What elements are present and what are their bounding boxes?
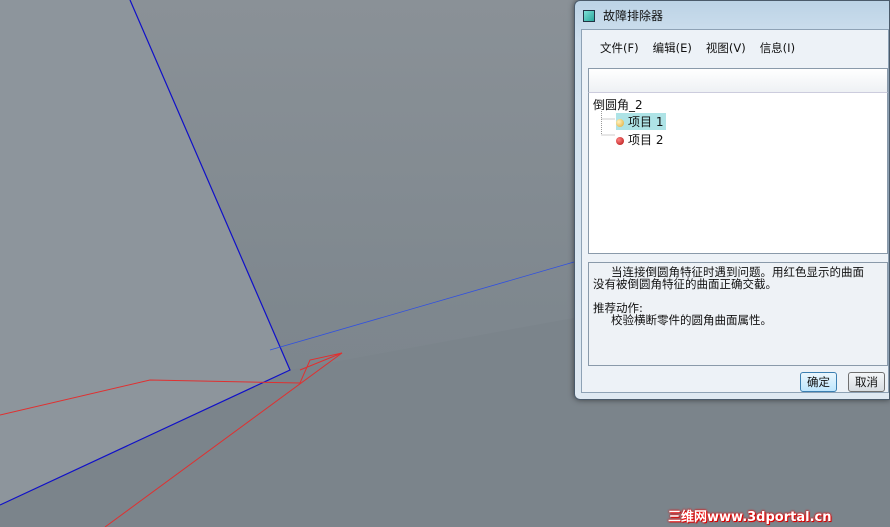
menu-info[interactable]: 信息(I): [760, 40, 795, 56]
menu-edit[interactable]: 编辑(E): [653, 40, 692, 56]
title-bar[interactable]: 故障排除器: [583, 7, 663, 24]
action-text: 校验横断零件的圆角曲面属性。: [611, 313, 772, 327]
app-icon: [583, 9, 595, 22]
warning-dot-icon: [616, 118, 624, 127]
cancel-button[interactable]: 取消: [848, 372, 885, 392]
menu-view[interactable]: 视图(V): [706, 40, 746, 56]
dialog-body: 文件(F) 编辑(E) 视图(V) 信息(I) 倒圆角_2 项目 1 项目 2 …: [581, 29, 889, 393]
dialog-title: 故障排除器: [603, 9, 664, 23]
ok-button[interactable]: 确定: [800, 372, 837, 392]
toolbar: [588, 68, 888, 92]
tree-item-1[interactable]: 项目 1: [616, 113, 667, 130]
message-line-2: 没有被倒圆角特征的曲面正确交截。: [593, 277, 777, 291]
troubleshooter-dialog: 故障排除器 文件(F) 编辑(E) 视图(V) 信息(I) 倒圆角_2 项目 1…: [574, 0, 890, 400]
message-panel: 当连接倒圆角特征时遇到问题。用红色显示的曲面 没有被倒圆角特征的曲面正确交截。 …: [588, 262, 888, 366]
tree-lines: [601, 109, 615, 136]
menu-bar: 文件(F) 编辑(E) 视图(V) 信息(I): [600, 40, 795, 56]
tree-item-2[interactable]: 项目 2: [616, 131, 663, 148]
error-dot-icon: [616, 136, 624, 145]
watermark: 三维网www.3dportal.cn: [668, 510, 832, 525]
menu-file[interactable]: 文件(F): [600, 40, 639, 56]
tree-view[interactable]: 倒圆角_2 项目 1 项目 2: [588, 92, 888, 254]
